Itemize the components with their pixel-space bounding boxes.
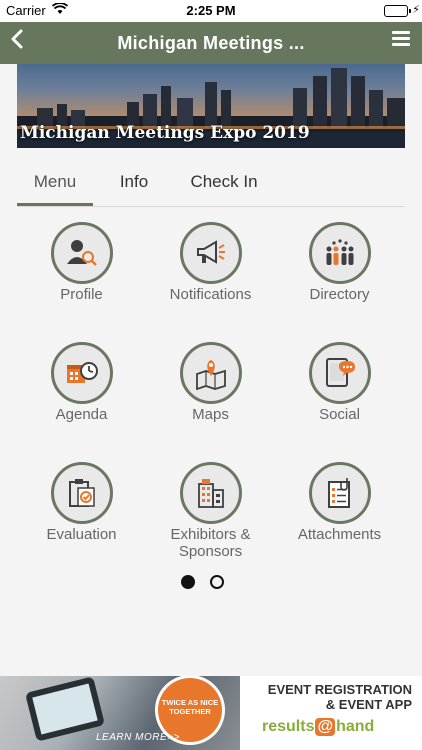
back-button[interactable]: [10, 28, 24, 56]
battery-cap: [409, 9, 411, 13]
brand-part2: hand: [336, 718, 375, 735]
menu-item-social[interactable]: Social: [275, 342, 404, 423]
menu-item-label: Agenda: [55, 406, 108, 423]
menu-item-label: Attachments: [297, 526, 382, 543]
ad-headline-line1: EVENT REGISTRATION: [267, 682, 412, 697]
status-bar: Carrier 2:25 PM ⚡: [0, 0, 422, 22]
page-indicator[interactable]: [181, 575, 241, 589]
battery-icon: [384, 5, 408, 17]
tab-info[interactable]: Info: [107, 168, 161, 206]
menu-item-label: Maps: [192, 406, 229, 423]
menu-item-label: Exhibitors & Sponsors: [170, 526, 251, 560]
banner-title: Michigan Meetings Expo 2019: [20, 123, 310, 143]
hamburger-icon[interactable]: [392, 31, 410, 47]
menu-item-maps[interactable]: Maps: [146, 342, 275, 423]
menu-item-directory[interactable]: Directory: [275, 222, 404, 303]
menu-item-label: Evaluation: [46, 526, 117, 543]
clipboard-check-icon: [50, 462, 113, 524]
menu-item-evaluation[interactable]: Evaluation: [17, 462, 146, 543]
megaphone-icon: [179, 222, 242, 284]
tab-menu[interactable]: Menu: [17, 168, 93, 206]
brand-at: @: [315, 718, 336, 736]
ad-headline-line2: & EVENT APP: [325, 697, 412, 712]
menu-item-label: Profile: [60, 286, 103, 303]
paperclip-document-icon: [308, 462, 371, 524]
page-dot[interactable]: [210, 575, 224, 589]
menu-item-label: Notifications: [169, 286, 252, 303]
tab-check-in[interactable]: Check In: [185, 168, 263, 206]
menu-item-label: Directory: [309, 286, 370, 303]
menu-item-label: Social: [319, 406, 360, 423]
menu-item-profile[interactable]: Profile: [17, 222, 146, 303]
menu-item-agenda[interactable]: Agenda: [17, 342, 146, 423]
people-icon: [308, 222, 371, 284]
menu-item-attachments[interactable]: Attachments: [275, 462, 404, 543]
chevron-left-icon: [11, 29, 23, 49]
learn-more-link[interactable]: LEARN MORE>>: [96, 732, 180, 743]
ad-headline: EVENT REGISTRATION & EVENT APP: [246, 682, 412, 712]
brand-logo: results @ hand: [262, 718, 374, 736]
chat-icon: [308, 342, 371, 404]
map-pin-icon: [179, 342, 242, 404]
menu-item-notifications[interactable]: Notifications: [146, 222, 275, 303]
navigation-bar: Michigan Meetings ...: [0, 22, 422, 64]
profile-icon: [50, 222, 113, 284]
page-dot-active[interactable]: [181, 575, 195, 589]
status-time: 2:25 PM: [186, 3, 236, 18]
charging-icon: ⚡: [412, 4, 420, 16]
menu-item-exhibitors-sponsors[interactable]: Exhibitors & Sponsors: [146, 462, 275, 560]
tab-bar: Menu Info Check In: [17, 168, 405, 207]
brand-part1: results: [262, 718, 315, 735]
page-title: Michigan Meetings ...: [117, 33, 305, 53]
event-banner: Michigan Meetings Expo 2019: [17, 64, 405, 148]
building-icon: [179, 462, 242, 524]
ad-banner[interactable]: TWICE AS NICE TOGETHER LEARN MORE>> EVEN…: [0, 676, 422, 750]
calendar-clock-icon: [50, 342, 113, 404]
